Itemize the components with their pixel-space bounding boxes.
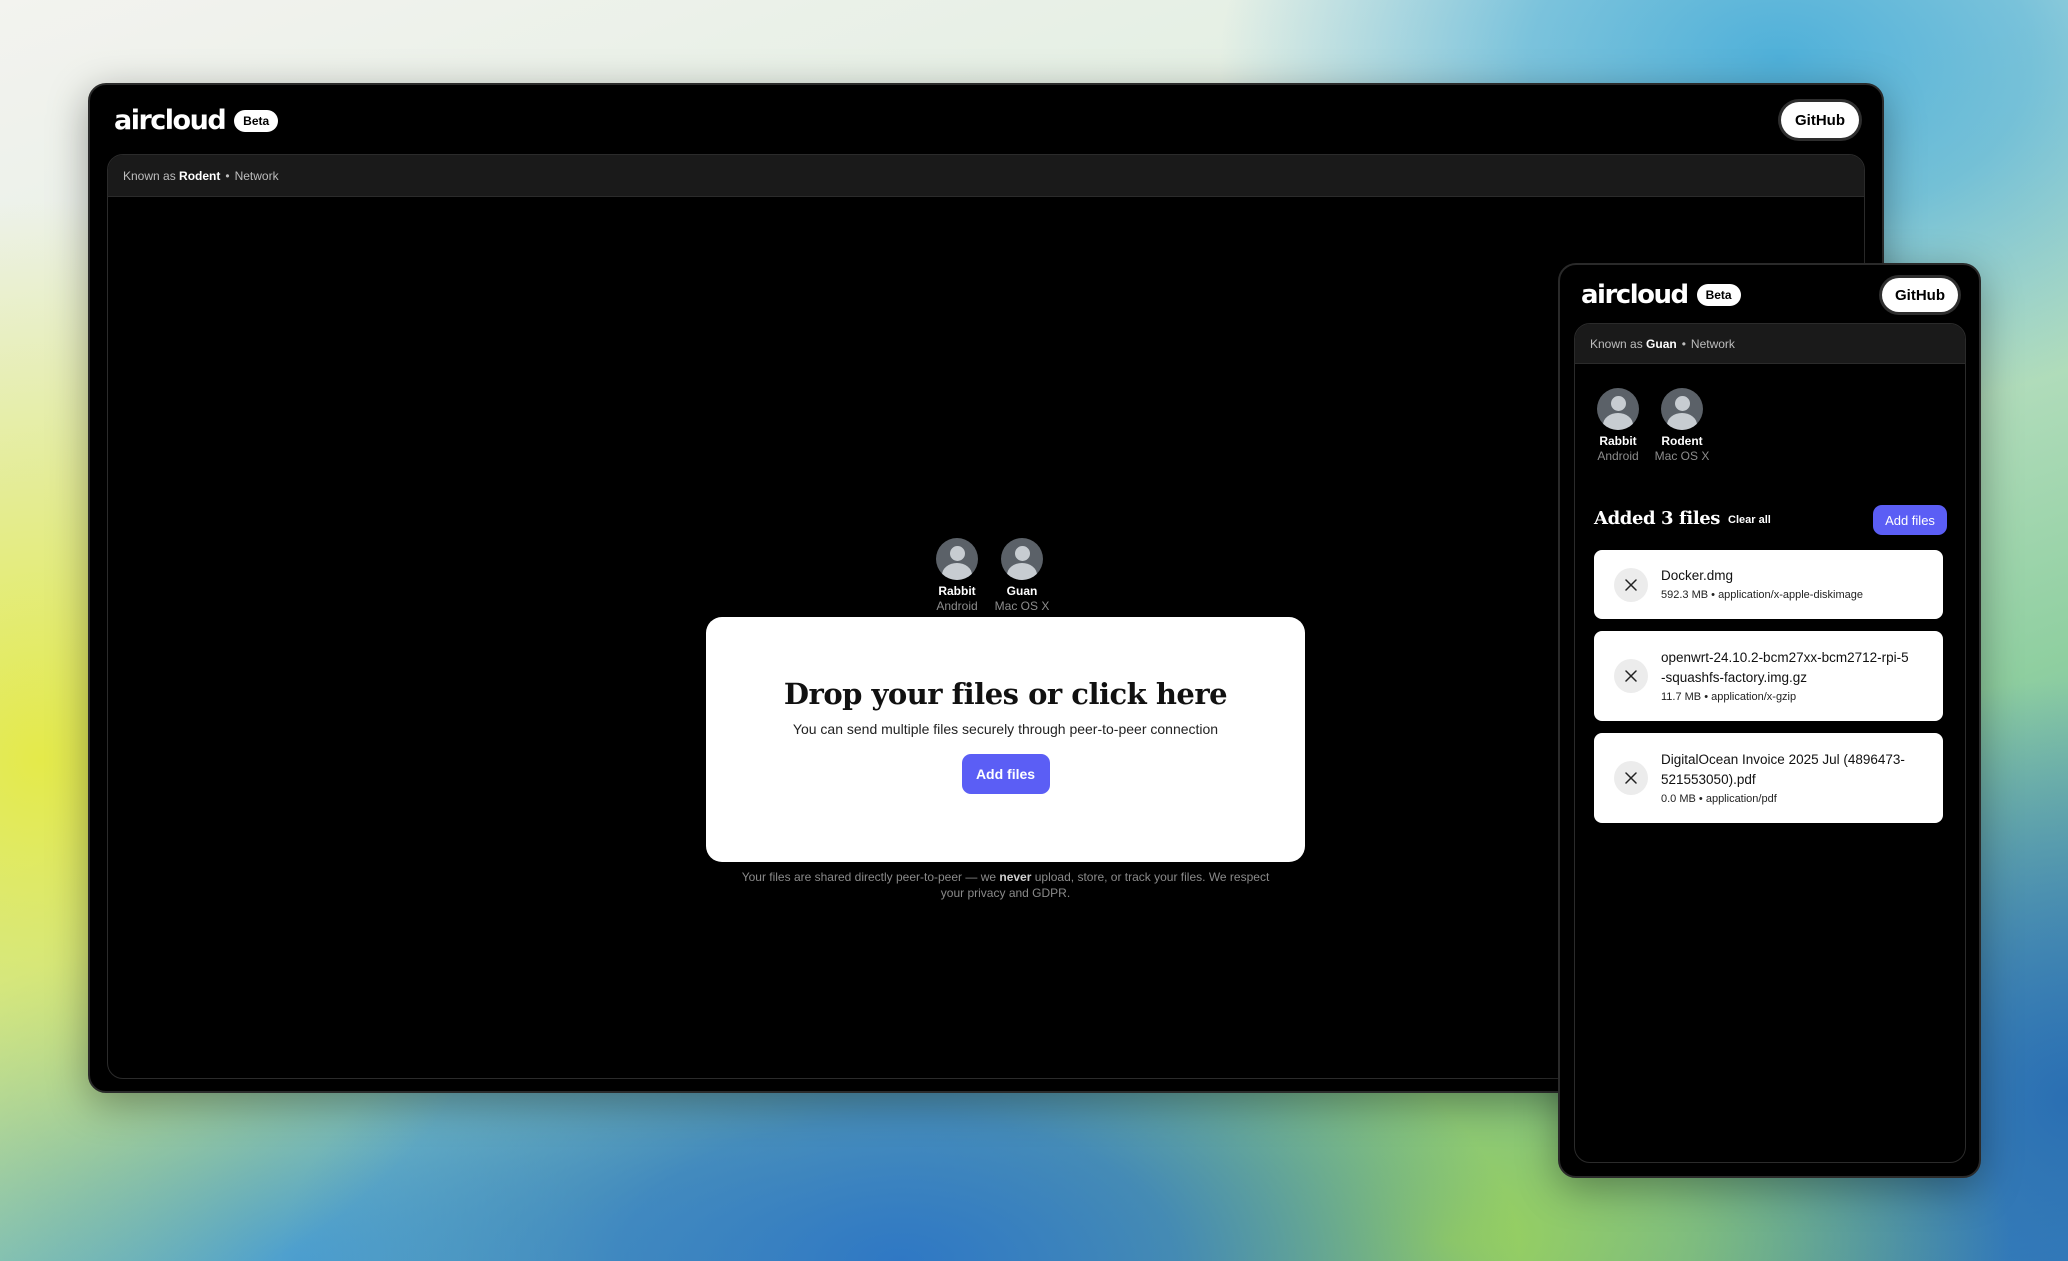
mobile-window: aircloud Beta GitHub Known as Guan • Netwo…: [1558, 263, 1981, 1178]
file-type: application/pdf: [1705, 792, 1777, 805]
drop-subtitle: You can send multiple files securely thr…: [792, 721, 1219, 737]
file-item: DigitalOcean Invoice 2025 Jul (4896473-5…: [1594, 733, 1943, 823]
file-item: openwrt-24.10.2-bcm27xx-bcm2712-rpi-5-sq…: [1594, 631, 1943, 721]
close-icon: [1625, 772, 1637, 784]
privacy-text: Your files are shared directly peer-to-p…: [741, 870, 1000, 884]
known-as-prefix: Known as: [1590, 336, 1643, 351]
file-size: 592.3 MB: [1661, 589, 1709, 601]
github-button[interactable]: GitHub: [1781, 102, 1859, 138]
peer-name: Rabbit: [938, 584, 976, 598]
file-meta: 592.3 MB • application/x-apple-diskimage: [1661, 589, 1863, 601]
avatar-icon: [936, 538, 978, 580]
separator: •: [1681, 336, 1686, 351]
clear-all-button[interactable]: Clear all: [1728, 514, 1771, 526]
file-type: application/x-apple-diskimage: [1718, 589, 1863, 601]
drop-title: Drop your files or click here: [783, 677, 1228, 711]
known-as-prefix: Known as: [123, 168, 176, 183]
remove-file-button[interactable]: [1614, 761, 1648, 795]
file-list-header: Added 3 files Clear all: [1594, 508, 1771, 529]
privacy-notice: Your files are shared directly peer-to-p…: [738, 869, 1273, 901]
remove-file-button[interactable]: [1614, 567, 1648, 602]
peer-rabbit[interactable]: Rabbit Android: [929, 538, 985, 614]
avatar-icon: [1661, 388, 1703, 430]
network-status-bar: Known as Rodent • Network: [108, 155, 1864, 197]
peer-name: Rodent: [1661, 434, 1703, 448]
peer-os: Mac OS X: [1654, 449, 1710, 463]
file-size: 11.7 MB: [1661, 690, 1702, 703]
file-name: DigitalOcean Invoice 2025 Jul (4896473-5…: [1661, 751, 1905, 787]
github-button[interactable]: GitHub: [1882, 278, 1958, 312]
file-count-title: Added 3 files: [1594, 508, 1721, 529]
main-panel: Known as Guan • Network Rabbit Android Rod…: [1574, 323, 1966, 1163]
network-link[interactable]: Network: [235, 169, 279, 183]
logo-text: aircloud: [114, 105, 227, 136]
add-files-button[interactable]: Add files: [1873, 505, 1947, 535]
network-link[interactable]: Network: [1691, 337, 1735, 351]
file-meta: 0.0 MB • application/pdf: [1661, 792, 1777, 805]
beta-badge: Beta: [234, 109, 279, 132]
peer-name: Rabbit: [1599, 434, 1637, 448]
logo-text: aircloud: [1581, 280, 1689, 310]
peer-name: Guan: [1006, 584, 1038, 598]
network-status-bar: Known as Guan • Network: [1575, 324, 1965, 364]
close-icon: [1625, 578, 1637, 591]
file-item: Docker.dmg 592.3 MB • application/x-appl…: [1594, 550, 1943, 619]
file-info: openwrt-24.10.2-bcm27xx-bcm2712-rpi-5-sq…: [1661, 648, 1911, 705]
avatar-icon: [1001, 538, 1043, 580]
peer-rabbit[interactable]: Rabbit Android: [1590, 388, 1646, 464]
add-files-button[interactable]: Add files: [961, 754, 1050, 794]
file-size: 0.0 MB: [1661, 792, 1696, 805]
remove-file-button[interactable]: [1614, 659, 1648, 693]
file-type: application/x-gzip: [1711, 690, 1797, 703]
peer-rodent[interactable]: Rodent Mac OS X: [1647, 388, 1717, 464]
file-name: openwrt-24.10.2-bcm27xx-bcm2712-rpi-5-sq…: [1661, 649, 1909, 685]
device-name: Rodent: [179, 168, 221, 183]
device-name: Guan: [1646, 336, 1677, 351]
file-info: Docker.dmg 592.3 MB • application/x-appl…: [1661, 566, 1863, 603]
peer-os: Android: [1597, 449, 1639, 463]
file-name: Docker.dmg: [1661, 568, 1734, 583]
file-meta: 11.7 MB • application/x-gzip: [1661, 690, 1797, 703]
file-drop-zone[interactable]: Drop your files or click here You can se…: [706, 617, 1305, 862]
peer-os: Mac OS X: [994, 599, 1050, 613]
app-logo[interactable]: aircloud Beta: [114, 105, 279, 136]
close-icon: [1625, 670, 1637, 682]
peer-os: Android: [936, 599, 978, 613]
separator: •: [225, 168, 230, 183]
beta-badge: Beta: [1696, 284, 1741, 306]
privacy-emphasis: never: [999, 870, 1032, 884]
avatar-icon: [1597, 388, 1639, 430]
file-info: DigitalOcean Invoice 2025 Jul (4896473-5…: [1661, 750, 1911, 807]
peer-guan[interactable]: Guan Mac OS X: [987, 538, 1057, 614]
app-logo[interactable]: aircloud Beta: [1581, 280, 1741, 310]
